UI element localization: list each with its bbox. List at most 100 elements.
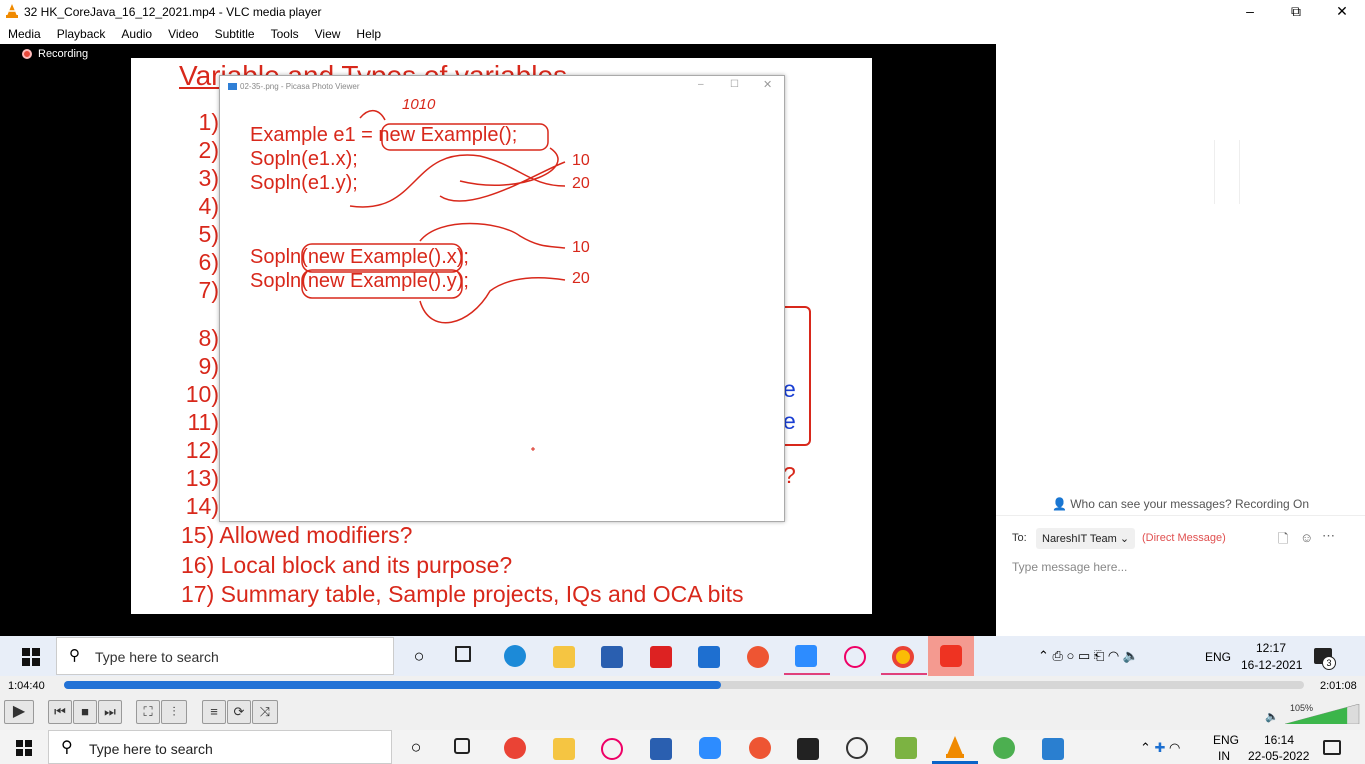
- vlc-taskbar-icon[interactable]: [944, 735, 966, 759]
- windows-start-icon[interactable]: [16, 740, 32, 756]
- slide-number: 2): [198, 137, 219, 163]
- minimize-button[interactable]: –: [1227, 2, 1273, 22]
- menu-help[interactable]: Help: [348, 24, 389, 44]
- fullscreen-button[interactable]: ⛶: [136, 700, 160, 724]
- people-icon: 👤: [1051, 497, 1071, 511]
- slide-line-17: 17) Summary table, Sample projects, IQs …: [181, 581, 744, 607]
- file-explorer-icon[interactable]: [553, 738, 575, 760]
- chat-to-label: To:: [1012, 532, 1027, 544]
- chrome-icon[interactable]: [892, 646, 914, 668]
- cortana-icon[interactable]: ○: [405, 737, 427, 759]
- emoji-icon[interactable]: ☺: [1300, 530, 1313, 545]
- seek-progress: [64, 681, 722, 689]
- chart-app-icon[interactable]: [895, 737, 917, 759]
- slide-number: 11): [187, 409, 219, 435]
- stop-button[interactable]: ■: [73, 700, 97, 724]
- menu-tools[interactable]: Tools: [263, 24, 307, 44]
- slide-number: 10): [185, 381, 219, 407]
- record-app-icon[interactable]: [749, 737, 771, 759]
- menu-audio[interactable]: Audio: [113, 24, 160, 44]
- slide-number: 5): [198, 221, 219, 247]
- leaf-app-icon[interactable]: [993, 737, 1015, 759]
- slide-number: 6): [198, 249, 219, 275]
- task-view-icon[interactable]: [454, 738, 470, 754]
- loop-button[interactable]: ⟳: [227, 700, 251, 724]
- tray-icons[interactable]: ⌃ ⎙ ○ ▭ ⎗ ◠ 🔈: [1038, 648, 1139, 664]
- notification-center-icon[interactable]: [1323, 740, 1341, 755]
- total-time[interactable]: 2:01:08: [1320, 680, 1357, 692]
- title-bar: 32 HK_CoreJava_16_12_2021.mp4 - VLC medi…: [0, 0, 1365, 24]
- playlist-button[interactable]: ≡: [202, 700, 226, 724]
- slide-number: 7): [198, 277, 219, 303]
- maximize-button[interactable]: ⧉: [1273, 2, 1319, 22]
- menu-view[interactable]: View: [307, 24, 349, 44]
- slide-number: 1): [198, 109, 219, 135]
- more-icon[interactable]: ⋯: [1322, 528, 1335, 544]
- speaker-icon[interactable]: 🔈: [1265, 710, 1279, 723]
- recording-label: Recording: [38, 48, 89, 60]
- play-button[interactable]: ▶: [4, 700, 34, 724]
- shuffle-button[interactable]: ⤨: [252, 700, 278, 724]
- notification-count: 3: [1322, 656, 1336, 670]
- search-box[interactable]: ⚲ Type here to search: [48, 730, 392, 764]
- window-title: 32 HK_CoreJava_16_12_2021.mp4 - VLC medi…: [24, 5, 322, 19]
- menu-media[interactable]: Media: [0, 24, 49, 44]
- menu-subtitle[interactable]: Subtitle: [207, 24, 263, 44]
- previous-button[interactable]: ⏮: [48, 700, 72, 724]
- recording-indicator: Recording: [22, 48, 88, 60]
- snipping-tool-icon[interactable]: [601, 738, 623, 760]
- zoom-icon[interactable]: [699, 737, 721, 759]
- recorded-language[interactable]: ENG: [1205, 650, 1231, 664]
- tray-icons[interactable]: ⌃ ✚ ◠: [1140, 740, 1180, 756]
- clock-time[interactable]: 16:14: [1264, 733, 1294, 747]
- record-app-icon[interactable]: [747, 646, 769, 668]
- recorded-date[interactable]: 16-12-2021: [1241, 658, 1302, 672]
- elapsed-time[interactable]: 1:04:40: [8, 680, 45, 692]
- photos-icon[interactable]: [1042, 738, 1064, 760]
- gift-icon[interactable]: [650, 646, 672, 668]
- clock-date[interactable]: 22-05-2022: [1248, 749, 1309, 763]
- chat-message-input[interactable]: Type message here...: [1012, 560, 1127, 574]
- recorded-time[interactable]: 12:17: [1256, 641, 1286, 655]
- recorded-search-text: Type here to search: [95, 649, 219, 665]
- extended-settings-button[interactable]: ⫶: [161, 700, 187, 724]
- seek-slider[interactable]: [64, 681, 1304, 689]
- sticky-notes-icon[interactable]: [797, 738, 819, 760]
- search-icon: ⚲: [69, 647, 80, 664]
- active-app-indicator: [881, 673, 927, 675]
- task-view-icon[interactable]: [455, 646, 471, 662]
- windows-start-icon[interactable]: [22, 648, 40, 666]
- picasa-window[interactable]: 02-35-.png - Picasa Photo Viewer – ☐ ✕ E…: [219, 75, 785, 522]
- mail-icon[interactable]: [698, 646, 720, 668]
- record-icon: [22, 49, 32, 59]
- cortana-icon[interactable]: ○: [408, 646, 430, 668]
- search-icon: ⚲: [61, 739, 73, 756]
- slide-number: 9): [198, 353, 219, 379]
- file-icon[interactable]: 🗋: [1278, 530, 1288, 552]
- file-explorer-icon[interactable]: [553, 646, 575, 668]
- screen-recorder-icon[interactable]: [940, 645, 962, 667]
- slide-number: 12): [185, 437, 219, 463]
- vlc-icon: [6, 4, 18, 18]
- recorded-search-box[interactable]: ⚲ Type here to search: [56, 637, 394, 675]
- volume-level: 105%: [1290, 703, 1314, 713]
- edge-icon[interactable]: [504, 645, 526, 667]
- slide-number-gap: [181, 304, 219, 324]
- chat-visibility-notice[interactable]: 👤 Who can see your messages? Recording O…: [996, 492, 1365, 516]
- chrome-profile-icon[interactable]: [504, 737, 526, 759]
- language-bottom[interactable]: IN: [1218, 749, 1230, 763]
- language-top[interactable]: ENG: [1213, 733, 1239, 747]
- store-icon[interactable]: [650, 738, 672, 760]
- store-icon[interactable]: [601, 646, 623, 668]
- next-button[interactable]: ⏭: [98, 700, 122, 724]
- zoom-icon[interactable]: [795, 645, 817, 667]
- recipient-dropdown[interactable]: NareshIT Team ⌄: [1036, 528, 1136, 549]
- menu-video[interactable]: Video: [160, 24, 206, 44]
- snipping-tool-icon[interactable]: [844, 646, 866, 668]
- clock-icon[interactable]: [846, 737, 868, 759]
- slide-line-15: 15) Allowed modifiers?: [181, 522, 413, 548]
- close-button[interactable]: ✕: [1319, 2, 1365, 22]
- slide-number: 13): [185, 465, 219, 491]
- slide-number: 14): [185, 493, 219, 519]
- menu-playback[interactable]: Playback: [49, 24, 114, 44]
